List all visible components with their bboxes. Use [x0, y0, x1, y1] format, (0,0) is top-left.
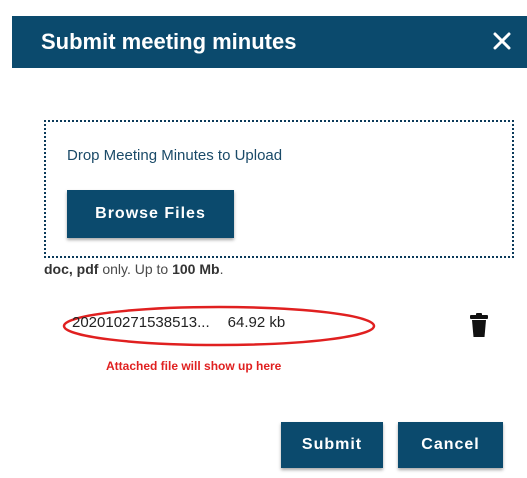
hint-max-size: 100 Mb	[172, 261, 220, 277]
dialog-title: Submit meeting minutes	[41, 29, 297, 54]
hint-end-text: .	[219, 261, 224, 277]
submit-minutes-dialog: Submit meeting minutes Drop Meeting Minu…	[0, 0, 527, 478]
annotation-text: Attached file will show up here	[106, 359, 282, 373]
cancel-button[interactable]: Cancel	[398, 422, 503, 468]
dialog-header: Submit meeting minutes	[12, 16, 527, 68]
submit-button[interactable]: Submit	[281, 422, 383, 468]
hint-middle-text: only. Up to	[98, 261, 173, 277]
file-name: 202010271538513...	[72, 314, 210, 331]
file-size: 64.92 kb	[227, 314, 286, 331]
dropzone-text: Drop Meeting Minutes to Upload	[67, 147, 283, 164]
file-dropzone[interactable]: Drop Meeting Minutes to Upload Browse Fi…	[44, 120, 514, 258]
browse-files-button[interactable]: Browse Files	[67, 190, 234, 238]
hint-file-types: doc, pdf	[44, 261, 99, 277]
trash-icon[interactable]	[469, 312, 489, 338]
attached-file-row: 202010271538513... 64.92 kb	[72, 314, 285, 331]
upload-hint: doc, pdf only. Up to 100 Mb.	[44, 261, 223, 277]
close-icon[interactable]	[491, 30, 513, 52]
